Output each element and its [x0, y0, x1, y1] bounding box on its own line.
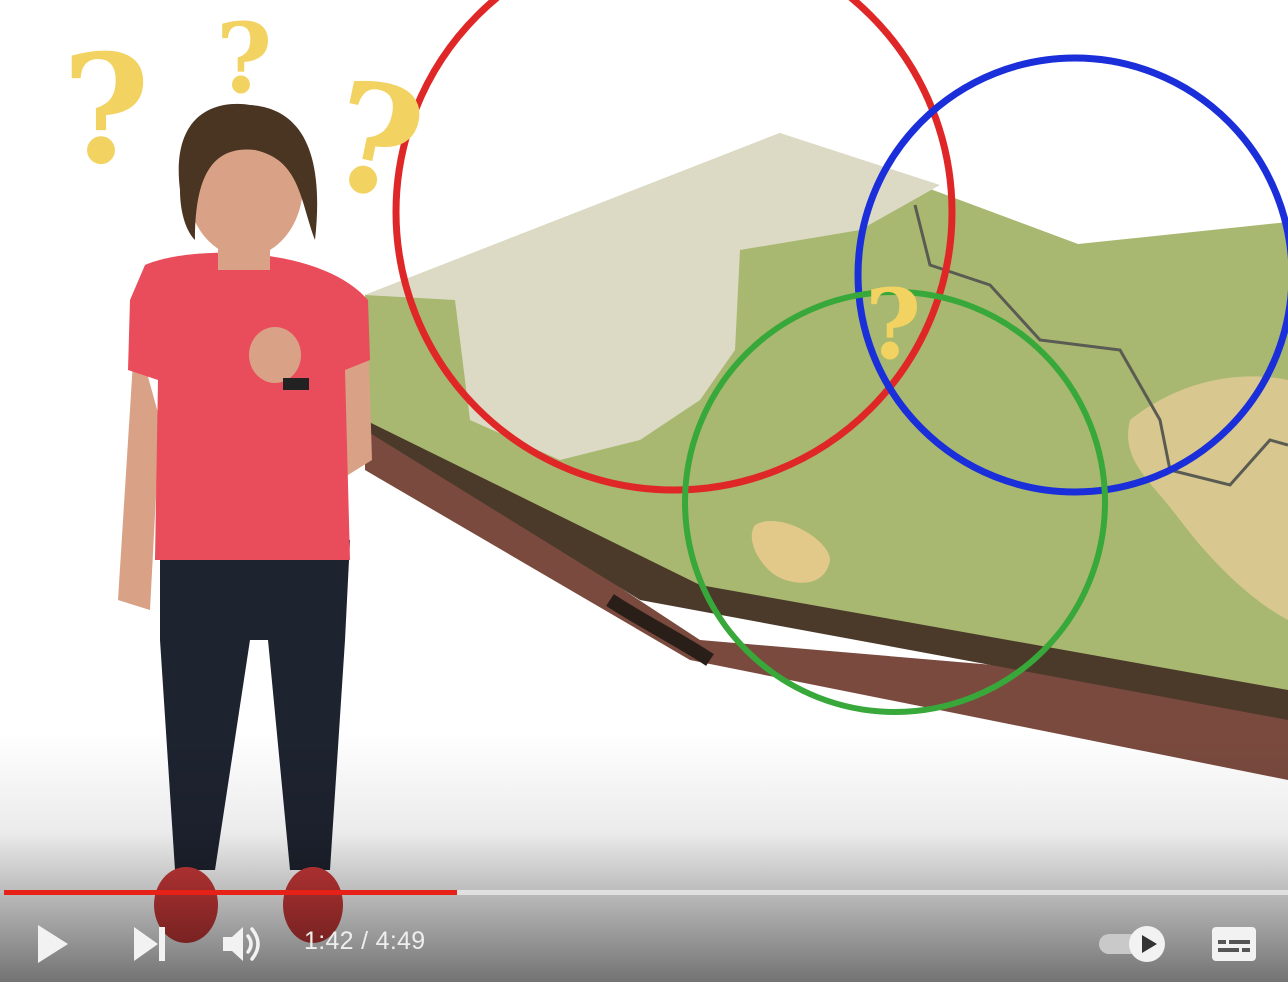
play-icon: [38, 925, 68, 963]
question-mark: ?: [216, 2, 272, 115]
question-mark: ?: [865, 268, 921, 381]
time-display: 1:42 / 4:49: [304, 927, 425, 956]
question-mark: ?: [62, 22, 150, 198]
autoplay-toggle-icon: [1099, 926, 1165, 962]
video-frame[interactable]: ? ? ? ?: [0, 0, 1288, 982]
next-icon: [134, 927, 165, 961]
captions-button[interactable]: [1204, 921, 1264, 967]
duration: 4:49: [375, 927, 426, 955]
autoplay-toggle[interactable]: [1094, 923, 1170, 965]
progress-played: [4, 890, 458, 895]
time-separator: /: [361, 927, 369, 955]
current-time: 1:42: [304, 927, 354, 955]
next-button[interactable]: [122, 919, 174, 969]
play-button[interactable]: [24, 919, 80, 969]
video-player[interactable]: ? ? ? ? 1:42 / 4:49: [0, 0, 1288, 982]
volume-button[interactable]: [215, 919, 269, 969]
progress-bar[interactable]: [4, 887, 1288, 897]
captions-icon: [1212, 927, 1256, 961]
volume-icon: [223, 927, 260, 961]
control-bar: 1:42 / 4:49: [0, 905, 1288, 982]
